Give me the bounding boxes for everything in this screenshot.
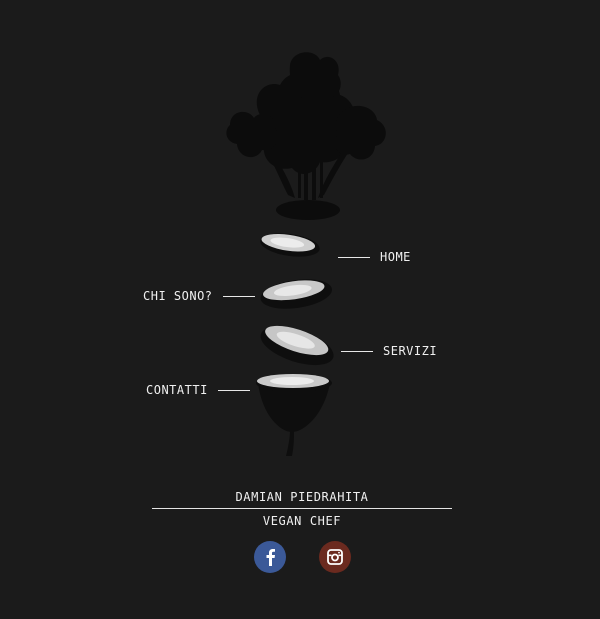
nav-link-home[interactable]: HOME [338, 250, 411, 264]
nav-label-servizi: SERVIZI [383, 344, 438, 358]
chef-role: VEGAN CHEF [262, 514, 342, 528]
footer-divider [152, 508, 452, 509]
connector-line [341, 350, 373, 352]
nav-link-contatti[interactable]: CONTATTI [146, 383, 250, 397]
nav-link-chi-sono[interactable]: CHI SONO? [143, 289, 255, 303]
connector-line [222, 295, 255, 297]
chef-name: DAMIAN PIEDRAHITA [235, 490, 369, 504]
nav-label-home: HOME [380, 250, 411, 264]
nav-link-servizi[interactable]: SERVIZI [341, 344, 437, 358]
instagram-button[interactable] [319, 541, 351, 573]
connector-line [338, 256, 370, 258]
nav-label-contatti: CONTATTI [146, 383, 208, 397]
page: HOME CHI SONO? SERVIZI CONTATTI DAMIAN P… [0, 0, 600, 619]
facebook-button[interactable] [254, 541, 286, 573]
connector-line [217, 389, 250, 391]
facebook-icon [266, 549, 275, 566]
instagram-icon [327, 549, 343, 565]
nav-label-chi-sono: CHI SONO? [143, 289, 213, 303]
